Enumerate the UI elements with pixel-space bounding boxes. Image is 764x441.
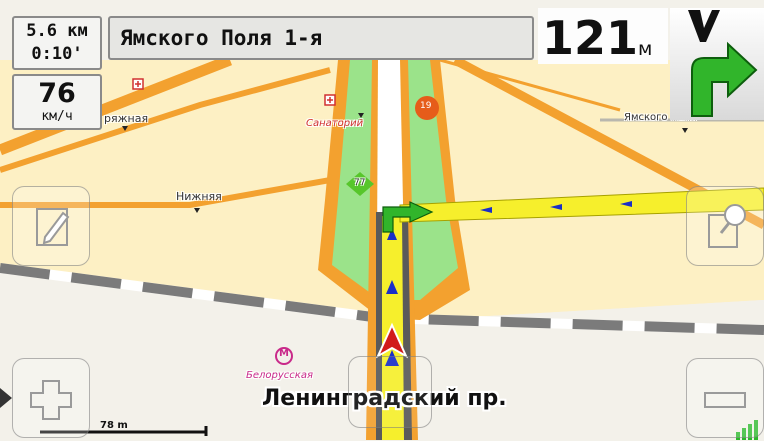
next-turn-distance-value: 121 xyxy=(542,11,639,65)
collapse-arrow-icon[interactable] xyxy=(0,388,12,408)
pencil-icon xyxy=(36,208,70,246)
speed-panel[interactable]: 76 км/ч xyxy=(12,74,102,130)
route-summary-panel[interactable]: 5.6 км 0:10' xyxy=(12,16,102,70)
metro-icon: М xyxy=(279,348,289,359)
speed-value: 76 xyxy=(38,78,76,109)
remaining-time: 0:10' xyxy=(31,44,83,64)
map-label-nizhnyaya: Нижняя xyxy=(176,190,222,203)
zoom-in-button[interactable] xyxy=(12,358,90,438)
edit-button[interactable] xyxy=(12,186,90,266)
current-street-name: Ямского Поля 1-я xyxy=(120,26,323,50)
map-label-ryazhnaya: ряжная xyxy=(104,112,149,125)
map-search-icon xyxy=(708,204,746,248)
zoom-out-button[interactable] xyxy=(686,358,764,438)
map-label-sanatoriy: Санаторий xyxy=(306,118,364,129)
plus-icon xyxy=(30,380,72,420)
center-view-button[interactable] xyxy=(348,356,432,428)
map-search-button[interactable] xyxy=(686,186,764,266)
current-street-bar[interactable]: Ямского Поля 1-я xyxy=(108,16,534,60)
turn-right-arrow-icon xyxy=(688,10,758,117)
metro-label: Белорусская xyxy=(246,370,313,381)
speed-unit: км/ч xyxy=(41,109,73,124)
scale-label: 78 m xyxy=(100,420,128,431)
next-turn-distance[interactable]: 121 м xyxy=(538,8,668,65)
road-shield-77: 77 xyxy=(354,178,366,188)
remaining-distance: 5.6 км xyxy=(26,21,88,41)
next-turn-panel[interactable] xyxy=(670,8,764,120)
minus-icon xyxy=(704,392,746,408)
road-shield-19: 19 xyxy=(420,101,432,111)
next-turn-distance-unit: м xyxy=(638,38,653,60)
